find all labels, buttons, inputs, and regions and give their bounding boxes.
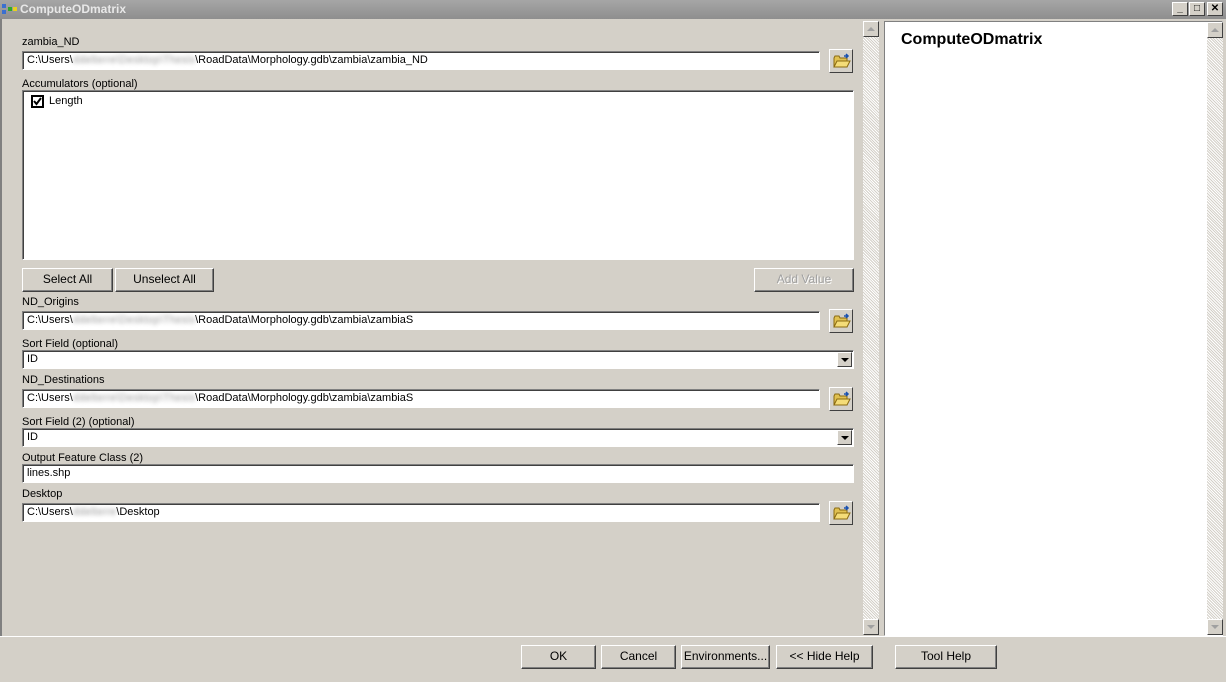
help-panel: ComputeODmatrix <box>884 21 1223 636</box>
sort-field-2-label: Sort Field (2) (optional) <box>22 416 135 428</box>
path-suffix: \Desktop <box>116 506 160 518</box>
hide-help-button[interactable]: << Hide Help <box>776 645 873 669</box>
sort-field-2-value: ID <box>27 431 38 443</box>
sort-field-label: Sort Field (optional) <box>22 338 118 350</box>
origins-label: ND_Origins <box>22 296 79 308</box>
redacted-path: ddelterre\Desktop\Thesis <box>72 54 196 66</box>
add-value-button[interactable]: Add Value <box>754 268 854 292</box>
parameters-scrollbar[interactable] <box>863 21 879 635</box>
origins-input[interactable]: C:\Users\ddelterre\Desktop\Thesis\RoadDa… <box>22 311 820 330</box>
network-dataset-label: zambia_ND <box>22 36 80 48</box>
destinations-input[interactable]: C:\Users\ddelterre\Desktop\Thesis\RoadDa… <box>22 389 820 408</box>
checkmark-icon <box>33 97 42 106</box>
open-folder-icon <box>833 391 851 406</box>
destinations-label: ND_Destinations <box>22 374 105 386</box>
browse-origins-button[interactable] <box>829 309 853 333</box>
sort-field-2-select[interactable]: ID <box>22 428 854 447</box>
help-title: ComputeODmatrix <box>901 31 1043 48</box>
help-scrollbar[interactable] <box>1207 22 1223 635</box>
scroll-down-button[interactable] <box>863 619 879 635</box>
ok-button[interactable]: OK <box>521 645 596 669</box>
help-scroll-up-button[interactable] <box>1207 22 1223 38</box>
unselect-all-button[interactable]: Unselect All <box>115 268 214 292</box>
chevron-down-icon[interactable] <box>837 352 852 367</box>
desktop-input[interactable]: C:\Users\ddelterre\Desktop <box>22 503 820 522</box>
environments-button[interactable]: Environments... <box>681 645 770 669</box>
dialog-button-bar: OK Cancel Environments... << Hide Help T… <box>0 636 1226 682</box>
model-tool-icon <box>2 4 17 14</box>
desktop-label: Desktop <box>22 488 63 500</box>
title-bar: ComputeODmatrix _ □ ✕ <box>0 0 1226 19</box>
output-feature-class-input[interactable]: lines.shp <box>22 464 854 483</box>
browse-destinations-button[interactable] <box>829 387 853 411</box>
open-folder-icon <box>833 505 851 520</box>
parameters-panel: zambia_ND C:\Users\ddelterre\Desktop\The… <box>0 19 862 636</box>
network-dataset-input[interactable]: C:\Users\ddelterre\Desktop\Thesis\RoadDa… <box>22 51 820 70</box>
select-all-button[interactable]: Select All <box>22 268 113 292</box>
length-label: Length <box>49 95 83 107</box>
output-feature-class-value: lines.shp <box>27 467 71 479</box>
minimize-button[interactable]: _ <box>1172 2 1188 16</box>
sort-field-select[interactable]: ID <box>22 350 854 369</box>
help-scroll-down-button[interactable] <box>1207 619 1223 635</box>
path-prefix: C:\Users\ <box>27 314 73 326</box>
accumulator-item-length[interactable]: Length <box>23 91 223 111</box>
browse-network-dataset-button[interactable] <box>829 49 853 73</box>
redacted-path: ddelterre <box>72 506 117 518</box>
browse-desktop-button[interactable] <box>829 501 853 525</box>
close-button[interactable]: ✕ <box>1207 2 1223 16</box>
length-checkbox[interactable] <box>31 95 44 108</box>
redacted-path: ddelterre\Desktop\Thesis <box>72 314 196 326</box>
path-suffix: \RoadData\Morphology.gdb\zambia\zambia_N… <box>195 54 428 66</box>
tool-help-button[interactable]: Tool Help <box>895 645 997 669</box>
open-folder-icon <box>833 313 851 328</box>
maximize-button[interactable]: □ <box>1189 2 1205 16</box>
path-suffix: \RoadData\Morphology.gdb\zambia\zambiaS <box>195 392 414 404</box>
chevron-down-icon[interactable] <box>837 430 852 445</box>
sort-field-value: ID <box>27 353 38 365</box>
open-folder-icon <box>833 53 851 68</box>
window-title: ComputeODmatrix <box>20 2 127 16</box>
output-feature-class-label: Output Feature Class (2) <box>22 452 144 464</box>
accumulators-list: Length <box>22 90 854 260</box>
path-prefix: C:\Users\ <box>27 54 73 66</box>
cancel-button[interactable]: Cancel <box>601 645 676 669</box>
path-prefix: C:\Users\ <box>27 506 73 518</box>
accumulators-label: Accumulators (optional) <box>22 78 138 90</box>
path-prefix: C:\Users\ <box>27 392 73 404</box>
path-suffix: \RoadData\Morphology.gdb\zambia\zambiaS <box>195 314 414 326</box>
redacted-path: ddelterre\Desktop\Thesis <box>72 392 196 404</box>
scroll-up-button[interactable] <box>863 21 879 37</box>
